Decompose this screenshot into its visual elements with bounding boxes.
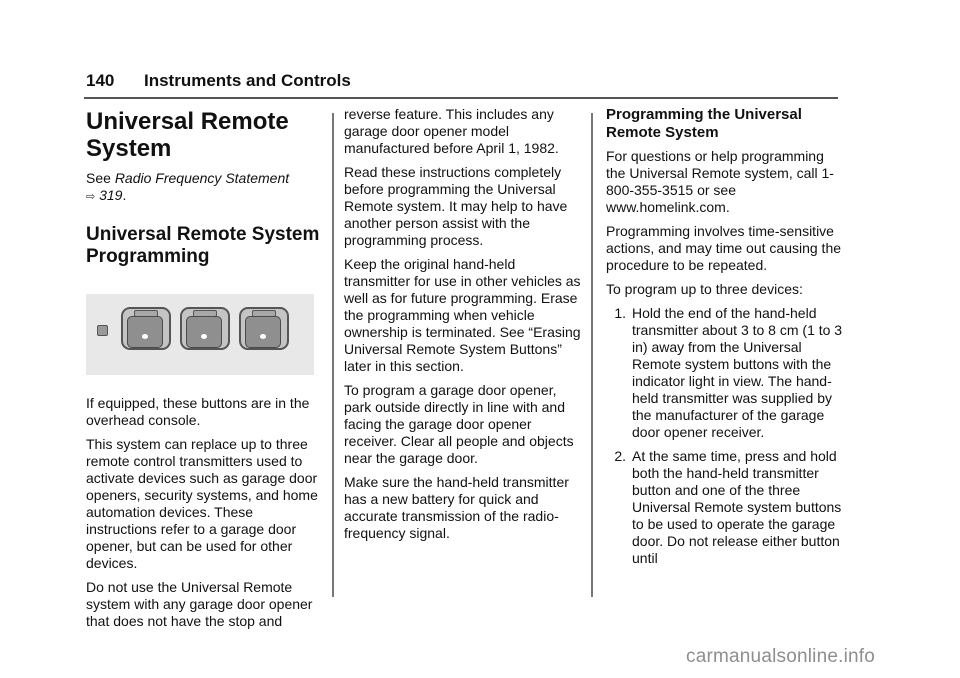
column-divider: [332, 113, 334, 597]
reference-link[interactable]: Radio Frequency Statement: [115, 170, 289, 186]
paragraph: reverse feature. This includes any garag…: [344, 106, 559, 156]
paragraph: Do not use the Universal Remote system w…: [86, 579, 313, 629]
step-item: 2. At the same time, press and hold both …: [606, 448, 846, 567]
header-rule: [84, 97, 838, 99]
remote-buttons-figure: [86, 294, 314, 375]
subsection-heading: Universal Remote System Programming: [86, 224, 320, 267]
page-reference-arrow-icon: ⇨: [86, 191, 96, 203]
step-text: Hold the end of the hand-held transmitte…: [632, 305, 843, 440]
column-2: reverse feature. This includes any garag…: [344, 106, 584, 549]
steps-list: 1. Hold the end of the hand-held transmit…: [606, 305, 846, 567]
column-divider: [591, 113, 593, 597]
step-number: 2.: [614, 448, 626, 464]
column-3: Programming the Universal Remote System …: [606, 106, 846, 574]
page-header: 140 Instruments and Controls: [86, 71, 351, 91]
paragraph: For questions or help programming the Un…: [606, 148, 834, 215]
indicator-light-icon: [97, 325, 108, 336]
see-reference: See Radio Frequency Statement ⇨ 319.: [86, 170, 290, 203]
paragraph: Keep the original hand-held transmitter …: [344, 256, 581, 374]
section-title: Instruments and Controls: [144, 71, 351, 90]
step-text: At the same time, press and hold both th…: [632, 448, 842, 566]
remote-button-icon: [180, 307, 230, 350]
section-heading: Universal Remote System: [86, 108, 289, 162]
paragraph: Programming involves time-sensitive acti…: [606, 223, 842, 273]
paragraph: Read these instructions completely befor…: [344, 164, 568, 248]
page-number: 140: [86, 71, 115, 90]
step-number: 1.: [614, 305, 626, 321]
paragraph: To program a garage door opener, park ou…: [344, 382, 574, 466]
column-1: Universal Remote System See Radio Freque…: [86, 108, 322, 637]
paragraph: If equipped, these buttons are in the ov…: [86, 395, 310, 428]
remote-button-icon: [121, 307, 171, 350]
paragraph: To program up to three devices:: [606, 281, 803, 297]
step-item: 1. Hold the end of the hand-held transmit…: [606, 305, 846, 441]
paragraph: Make sure the hand-held transmitter has …: [344, 474, 569, 541]
watermark: carmanualsonline.info: [686, 646, 876, 667]
reference-page[interactable]: 319: [99, 187, 122, 203]
procedure-heading: Programming the Universal Remote System: [606, 106, 802, 141]
paragraph: This system can replace up to three remo…: [86, 436, 318, 571]
remote-button-icon: [239, 307, 289, 350]
